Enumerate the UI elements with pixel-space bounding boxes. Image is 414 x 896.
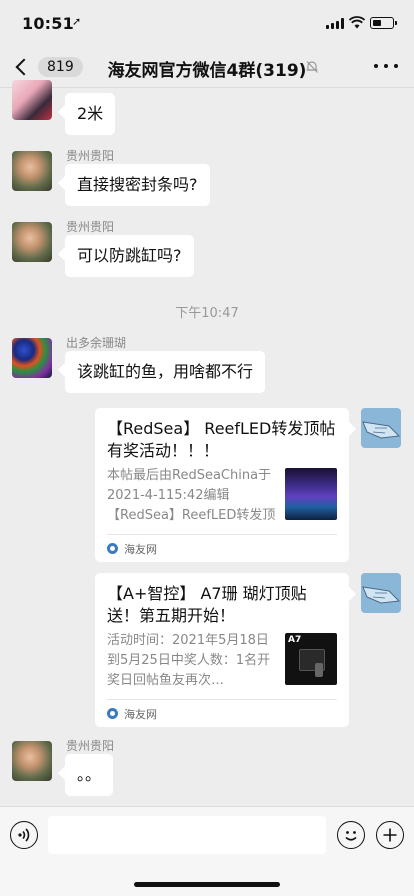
avatar[interactable] xyxy=(12,741,52,781)
chevron-left-icon xyxy=(15,58,33,76)
link-card[interactable]: 【RedSea】 ReefLED转发顶帖有奖活动！！！ 本帖最后由RedSeaC… xyxy=(95,408,349,562)
status-bar: 10:51 ➚ xyxy=(0,0,414,46)
link-card[interactable]: 【A+智控】 A7珊 瑚灯顶贴送！第五期开始！ 活动时间：2021年5月18日到… xyxy=(95,573,349,727)
voice-icon xyxy=(18,828,30,842)
emoji-button[interactable] xyxy=(337,821,365,849)
message-text: 可以防跳缸吗? xyxy=(77,246,182,265)
source-logo-icon xyxy=(107,543,118,554)
card-thumbnail xyxy=(285,468,337,520)
avatar[interactable] xyxy=(12,80,52,120)
avatar[interactable] xyxy=(12,338,52,378)
sender-name: 贵州贵阳 xyxy=(66,739,115,753)
plus-button[interactable] xyxy=(376,821,404,849)
thumbnail-label: A7 xyxy=(288,635,302,645)
status-time: 10:51 xyxy=(22,14,74,33)
message-bubble[interactable]: 可以防跳缸吗? xyxy=(65,235,194,277)
signal-icon xyxy=(326,18,344,29)
battery-icon xyxy=(370,17,397,29)
nav-bar: 海友网官方微信4群(319) 819 xyxy=(0,46,414,88)
message-bubble[interactable]: 2米 xyxy=(65,93,116,135)
message-text: 。。 xyxy=(77,765,102,784)
card-thumbnail: A7 xyxy=(285,633,337,685)
sender-name: 贵州贵阳 xyxy=(66,220,115,234)
avatar[interactable] xyxy=(361,573,401,613)
source-name: 海友网 xyxy=(124,542,157,556)
back-button[interactable]: 819 xyxy=(10,52,83,82)
fish-avatar-icon xyxy=(362,421,401,439)
card-description: 本帖最后由RedSeaChina于2021-4-115:42编辑【RedSea】… xyxy=(107,468,276,523)
source-name: 海友网 xyxy=(124,707,157,721)
card-source: 海友网 xyxy=(107,534,337,562)
location-arrow-icon: ➚ xyxy=(72,15,82,28)
plus-icon xyxy=(383,828,397,842)
card-title: 【A+智控】 A7珊 瑚灯顶贴送！第五期开始！ xyxy=(107,584,307,625)
card-description: 活动时间：2021年5月18日到5月25日中奖人数：1名开奖日回帖鱼友再次… xyxy=(107,633,271,688)
message-text: 2米 xyxy=(77,104,104,123)
message-bubble[interactable]: 直接搜密封条吗? xyxy=(65,164,210,206)
avatar[interactable] xyxy=(12,151,52,191)
more-dots-icon xyxy=(374,64,378,68)
time-separator: 下午10:47 xyxy=(175,306,239,321)
message-bubble[interactable]: 该跳缸的鱼，用啥都不行 xyxy=(65,351,266,393)
mute-bell-icon xyxy=(306,61,318,73)
message-text: 该跳缸的鱼，用啥都不行 xyxy=(77,362,254,381)
message-text: 直接搜密封条吗? xyxy=(77,175,198,194)
source-logo-icon xyxy=(107,708,118,719)
sender-name: 贵州贵阳 xyxy=(66,149,115,163)
avatar[interactable] xyxy=(361,408,401,448)
card-title: 【RedSea】 ReefLED转发顶帖有奖活动！！！ xyxy=(107,419,336,460)
card-source: 海友网 xyxy=(107,699,337,727)
home-indicator xyxy=(134,882,280,887)
message-bubble[interactable]: 。。 xyxy=(65,754,114,796)
unread-count-badge: 819 xyxy=(38,57,83,77)
fish-avatar-icon xyxy=(362,586,401,604)
message-input[interactable] xyxy=(48,816,326,854)
wifi-icon xyxy=(349,16,365,29)
emoji-icon xyxy=(345,831,357,841)
avatar[interactable] xyxy=(12,222,52,262)
sender-name: 出多余珊瑚 xyxy=(66,336,127,350)
voice-button[interactable] xyxy=(10,821,38,849)
more-options-button[interactable] xyxy=(374,56,398,76)
